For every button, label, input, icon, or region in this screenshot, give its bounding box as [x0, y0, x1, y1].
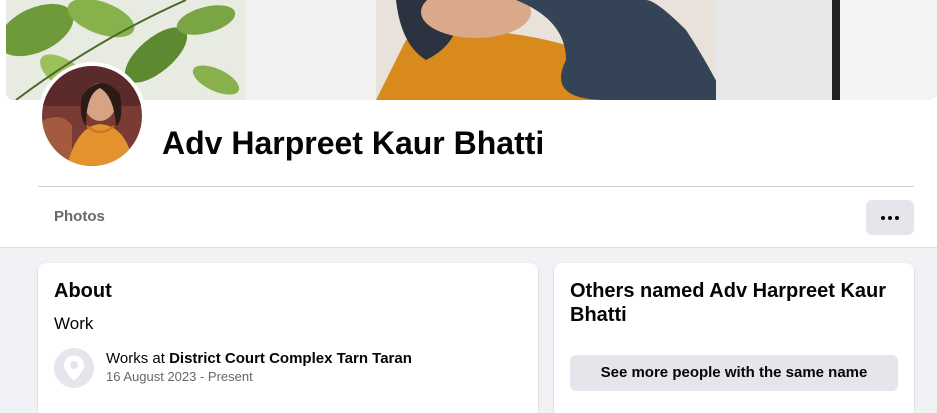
employer-link[interactable]: District Court Complex Tarn Taran	[169, 350, 412, 367]
others-named-title: Others named Adv Harpreet Kaur Bhatti	[570, 280, 887, 326]
tab-photos[interactable]: Photos	[38, 199, 121, 235]
cover-photo[interactable]	[6, 0, 937, 100]
see-more-people-button[interactable]: See more people with the same name	[570, 355, 898, 391]
location-pin-icon	[54, 348, 94, 388]
profile-name: Adv Harpreet Kaur Bhatti	[162, 125, 545, 161]
profile-header: Adv Harpreet Kaur Bhatti Photos	[0, 0, 937, 248]
work-dates: 16 August 2023 - Present	[106, 369, 253, 384]
avatar-image	[42, 66, 142, 166]
more-options-button[interactable]	[866, 200, 914, 235]
about-title: About	[54, 280, 112, 302]
work-heading: Work	[54, 314, 94, 333]
header-divider	[38, 186, 914, 187]
cover-photo-image	[6, 0, 937, 100]
about-card: About Work Works at District Court Compl…	[38, 263, 538, 413]
others-named-card: Others named Adv Harpreet Kaur Bhatti Se…	[554, 263, 914, 413]
work-entry: Works at District Court Complex Tarn Tar…	[106, 349, 412, 368]
ellipsis-icon	[881, 215, 899, 220]
profile-avatar[interactable]	[38, 62, 146, 170]
work-prefix: Works at	[106, 350, 170, 367]
